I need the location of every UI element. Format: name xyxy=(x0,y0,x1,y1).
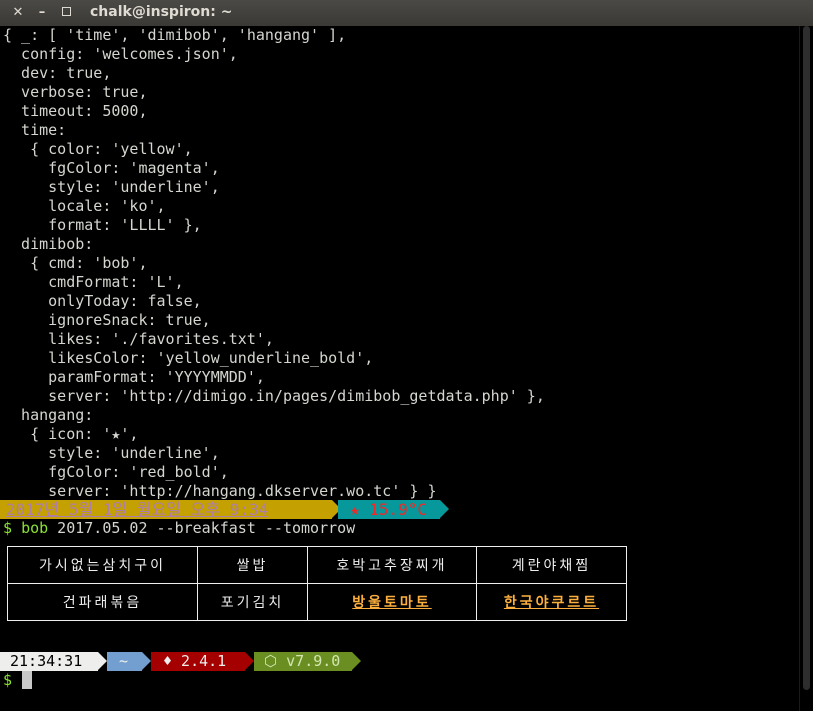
output-line: onlyToday: false, xyxy=(3,292,202,310)
output-line: ignoreSnack: true, xyxy=(3,311,211,329)
output-line: format: 'LLLL' }, xyxy=(3,216,202,234)
output-line: server: 'http://hangang.dkserver.wo.tc' … xyxy=(3,482,437,500)
menu-item: 건파래볶음 xyxy=(7,583,198,621)
menu-item-liked: 한국야쿠르트 xyxy=(476,583,627,621)
directory-segment: ~ xyxy=(107,652,142,671)
output-line: dev: true, xyxy=(3,64,112,82)
output-line: fgColor: 'magenta', xyxy=(3,159,220,177)
menu-item: 가시없는삼치구이 xyxy=(7,546,198,584)
menu-item: 호박고추장찌개 xyxy=(307,546,477,584)
final-prompt: $ xyxy=(3,671,12,690)
output-line: hangang: xyxy=(3,406,94,424)
menu-item-liked: 방울토마토 xyxy=(307,583,477,621)
maximize-icon xyxy=(61,6,71,16)
output-line: cmdFormat: 'L', xyxy=(3,273,184,291)
text-cursor xyxy=(22,671,32,689)
segment-arrow xyxy=(98,652,107,670)
output-line: server: 'http://dimigo.in/pages/dimibob_… xyxy=(3,387,545,405)
segment-arrow xyxy=(440,500,449,518)
menu-item: 쌀밥 xyxy=(197,546,308,584)
date-segment: 2017년 5월 1일 월요일 오후 9:34 xyxy=(0,500,332,519)
output-line: style: 'underline', xyxy=(3,178,220,196)
output-line: likesColor: 'yellow_underline_bold', xyxy=(3,349,374,367)
output-line: style: 'underline', xyxy=(3,444,220,462)
prompt-symbol: $ xyxy=(3,519,13,537)
temperature-segment: ★ 15.9°C xyxy=(338,500,440,519)
meal-menu-table: 가시없는삼치구이 쌀밥 호박고추장찌개 계란야채찜 건파래볶음 포기김치 방울토… xyxy=(7,546,627,621)
menu-item: 포기김치 xyxy=(197,583,308,621)
output-line: { icon: '★', xyxy=(3,425,139,443)
command-args: 2017.05.02 --breakfast --tomorrow xyxy=(48,519,356,537)
menu-item: 계란야채찜 xyxy=(476,546,627,584)
table-row: 건파래볶음 포기김치 방울토마토 한국야쿠르트 xyxy=(7,583,627,621)
ruby-version-segment: ♦ 2.4.1 xyxy=(151,652,245,671)
output-line: config: 'welcomes.json', xyxy=(3,45,238,63)
segment-arrow xyxy=(352,652,361,670)
output-line: paramFormat: 'YYYYMMDD', xyxy=(3,368,265,386)
output-line: { color: 'yellow', xyxy=(3,140,193,158)
segment-arrow xyxy=(245,652,254,670)
close-button[interactable]: ✕ xyxy=(8,3,28,23)
output-line: dimibob: xyxy=(3,235,94,253)
output-line: timeout: 5000, xyxy=(3,102,148,120)
output-line: verbose: true, xyxy=(3,83,148,101)
clock-segment: 21:34:31 xyxy=(0,652,98,671)
table-row: 가시없는삼치구이 쌀밥 호박고추장찌개 계란야채찜 xyxy=(7,546,627,584)
window-title: chalk@inspiron: ~ xyxy=(90,4,233,20)
command-line: $ bob 2017.05.02 --breakfast --tomorrow xyxy=(3,519,355,538)
scrollbar[interactable] xyxy=(799,26,813,711)
command-name: bob xyxy=(21,519,49,537)
output-line: locale: 'ko', xyxy=(3,197,166,215)
scrollbar-thumb[interactable] xyxy=(803,26,810,690)
terminal-window: ✕ – chalk@inspiron: ~ { _: [ 'time', 'di… xyxy=(0,0,813,711)
output-line: likes: './favorites.txt', xyxy=(3,330,274,348)
title-bar: ✕ – chalk@inspiron: ~ xyxy=(0,0,813,26)
node-version-segment: ⬡ v7.9.0 xyxy=(254,652,352,671)
output-line: { _: [ 'time', 'dimibob', 'hangang' ], xyxy=(3,26,347,44)
maximize-button[interactable] xyxy=(56,3,76,23)
output-line: time: xyxy=(3,121,67,139)
output-line: fgColor: 'red_bold', xyxy=(3,463,229,481)
segment-arrow xyxy=(142,652,151,670)
minimize-button[interactable]: – xyxy=(32,3,52,23)
output-line: { cmd: 'bob', xyxy=(3,254,148,272)
prompt-symbol: $ xyxy=(3,671,13,689)
